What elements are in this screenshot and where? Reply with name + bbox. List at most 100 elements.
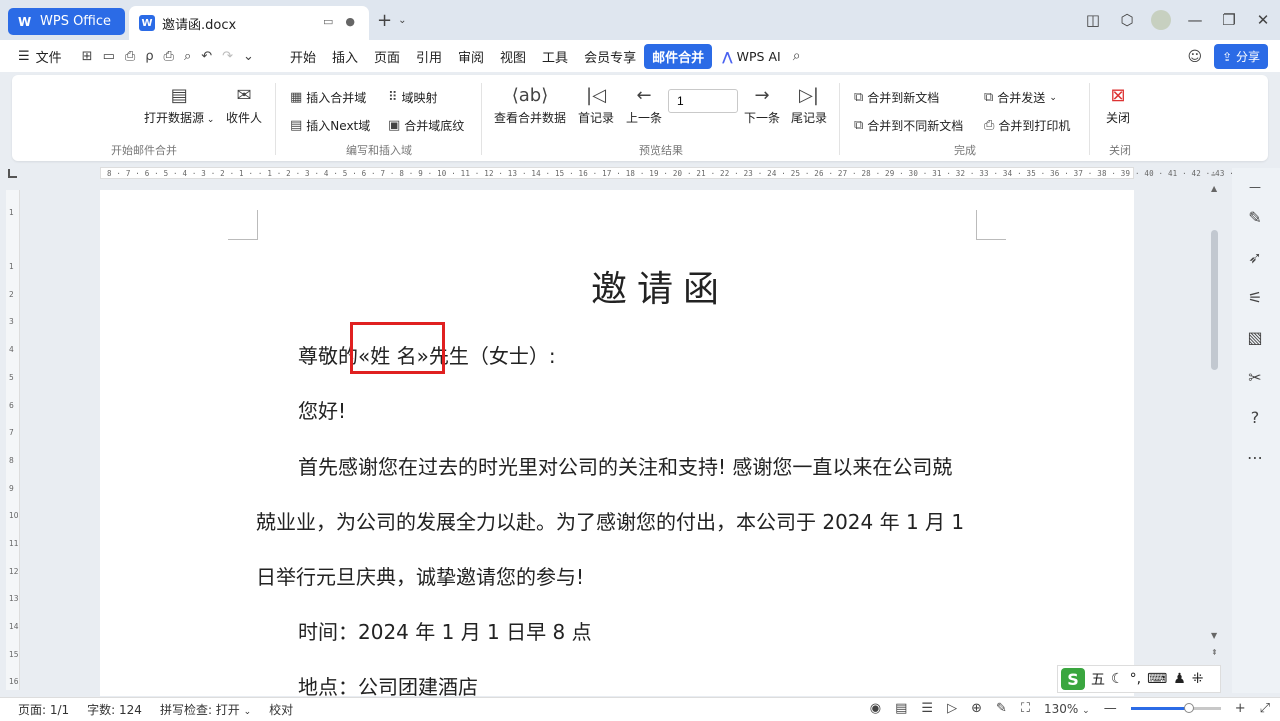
record-number-input[interactable] <box>668 89 738 113</box>
insert-merge-field-button[interactable]: ▦ 插入合并域 <box>290 89 366 106</box>
spell-check-status[interactable]: 拼写检查: 打开 ⌄ <box>160 701 251 718</box>
ruler-toggle-icon[interactable]: ⩮ <box>1211 170 1216 180</box>
horizontal-ruler[interactable]: 8 · 7 · 6 · 5 · 4 · 3 · 2 · 1 · · 1 · 2 … <box>100 167 1280 179</box>
moon-icon[interactable]: ☾ <box>1111 671 1124 687</box>
next-record-button[interactable]: → 下一条 <box>744 83 780 126</box>
chat-icon[interactable]: ☺ <box>1187 49 1202 65</box>
vertical-scrollbar[interactable]: ⩮ ▲ ▼ ⇞ ⇟ <box>1208 168 1222 693</box>
close-window-button[interactable]: ✕ <box>1246 11 1280 29</box>
eye-protect-icon[interactable]: ◉ <box>870 701 881 716</box>
tab-unsaved-dot-icon[interactable]: ● <box>345 15 355 28</box>
proofread-button[interactable]: 校对 <box>269 701 293 718</box>
ime-toolbar[interactable]: S 五 ☾ °, ⌨ ♟ ⁜ <box>1057 665 1221 693</box>
zoom-level[interactable]: 130% ⌄ <box>1044 702 1090 716</box>
field-map-button[interactable]: ⠿ 域映射 <box>388 89 438 106</box>
open-data-source-button[interactable]: ▤ 打开数据源 ⌄ <box>144 83 214 126</box>
merge-send-label: 合并发送 <box>997 91 1046 105</box>
more-options-icon[interactable]: ⋯ <box>1244 448 1266 467</box>
box-icon[interactable]: ⬡ <box>1110 11 1144 29</box>
open-folder-icon[interactable]: ▭ <box>103 49 115 64</box>
insert-next-field-button[interactable]: ▤ 插入Next域 <box>290 117 370 134</box>
tab-list-dropdown[interactable]: ⌄ <box>398 15 406 26</box>
field-shading-button[interactable]: ▣ 合并域底纹 <box>388 117 464 134</box>
redo-icon[interactable]: ↷ <box>222 49 233 64</box>
new-tab-button[interactable]: + <box>377 10 392 31</box>
page-view-icon[interactable]: ▤ <box>895 701 907 716</box>
tab-review[interactable]: 审阅 <box>450 44 492 69</box>
page-count[interactable]: 页面: 1/1 <box>18 701 69 718</box>
prev-page-icon[interactable]: ⇞ <box>1211 648 1218 657</box>
new-doc-icon[interactable]: ⊞ <box>82 49 93 64</box>
zoom-in-button[interactable]: + <box>1235 701 1246 716</box>
wps-ai-button[interactable]: ⋀ WPS AI <box>722 49 781 64</box>
keyboard-icon[interactable]: ⌨ <box>1147 671 1167 687</box>
search-icon[interactable]: ⌕ <box>793 48 801 64</box>
scroll-up-arrow[interactable]: ▲ <box>1211 184 1217 193</box>
recipients-button[interactable]: ✉ 收件人 <box>226 83 262 126</box>
help-icon[interactable]: ? <box>1244 408 1266 427</box>
fit-screen-icon[interactable]: ⛶ <box>1021 701 1030 716</box>
tab-references[interactable]: 引用 <box>408 44 450 69</box>
layout-panel-icon[interactable]: ◫ <box>1076 11 1110 29</box>
paragraph-line-2: 兢业业，为公司的发展全力以赴。为了感谢您的付出，本公司于 2024 年 1 月 … <box>256 510 965 534</box>
pen-icon[interactable]: ✎ <box>996 701 1007 716</box>
close-merge-button[interactable]: ⊠ 关闭 <box>1106 83 1130 126</box>
tab-stop-selector[interactable] <box>8 169 17 178</box>
file-menu[interactable]: ☰ 文件 <box>18 47 62 66</box>
word-count[interactable]: 字数: 124 <box>87 701 142 718</box>
tab-home[interactable]: 开始 <box>282 44 324 69</box>
field-shading-label: 合并域底纹 <box>404 119 465 133</box>
undo-icon[interactable]: ↶ <box>201 49 212 64</box>
tab-mail-merge[interactable]: 邮件合并 <box>644 43 713 69</box>
last-record-button[interactable]: ▷| 尾记录 <box>791 83 827 126</box>
tools-icon[interactable]: ✂ <box>1244 368 1266 387</box>
merge-to-diff-docs-button[interactable]: ⧉ 合并到不同新文档 <box>854 117 963 134</box>
play-icon[interactable]: ▷ <box>947 701 957 716</box>
document-tab[interactable]: W 邀请函.docx ▭ ● <box>129 6 369 40</box>
merge-send-button[interactable]: ⧉ 合并发送 ⌄ <box>984 89 1057 106</box>
document-page[interactable]: 邀请函 尊敬的«姓 名»先生（女士）: 您好! 首先感谢您在过去的时光里对公司的… <box>100 190 1134 699</box>
group-close: ⊠ 关闭 关闭 <box>1090 75 1150 161</box>
punctuation-icon[interactable]: °, <box>1130 671 1141 687</box>
zoom-slider-knob[interactable] <box>1184 703 1195 713</box>
select-cursor-icon[interactable]: ➶ <box>1244 248 1266 267</box>
panel-collapse-icon[interactable]: — <box>1244 180 1266 194</box>
image-tool-icon[interactable]: ▧ <box>1244 328 1266 347</box>
grid-apps-icon[interactable]: ⁜ <box>1192 671 1204 687</box>
more-dropdown-icon[interactable]: ⌄ <box>243 49 254 64</box>
adjust-sliders-icon[interactable]: ⚟ <box>1244 288 1266 307</box>
tab-monitor-icon[interactable]: ▭ <box>323 15 333 28</box>
scroll-thumb[interactable] <box>1211 230 1218 370</box>
print-icon[interactable]: ⎙ <box>164 49 174 64</box>
ime-mode-label[interactable]: 五 <box>1091 669 1105 689</box>
merge-to-new-doc-button[interactable]: ⧉ 合并到新文档 <box>854 89 939 106</box>
tab-member[interactable]: 会员专享 <box>576 44 644 69</box>
tab-view[interactable]: 视图 <box>492 44 534 69</box>
tab-tools[interactable]: 工具 <box>534 44 576 69</box>
print-preview-icon[interactable]: ⌕ <box>184 49 191 64</box>
user-avatar[interactable] <box>1151 10 1171 30</box>
wps-home-tab[interactable]: W WPS Office <box>8 8 125 35</box>
pen-edit-icon[interactable]: ✎ <box>1244 208 1266 227</box>
export-pdf-icon[interactable]: ⍴ <box>145 49 153 64</box>
merge-to-diff-docs-label: 合并到不同新文档 <box>867 119 964 133</box>
merge-to-printer-button[interactable]: ⎙ 合并到打印机 <box>984 117 1070 134</box>
vertical-ruler[interactable]: 1 1 2 3 4 5 6 7 8 9 10 11 12 13 14 15 16 <box>6 190 20 690</box>
restore-button[interactable]: ❐ <box>1212 11 1246 29</box>
first-record-button[interactable]: |◁ 首记录 <box>578 83 614 126</box>
user-icon[interactable]: ♟ <box>1173 671 1186 687</box>
view-merged-data-button[interactable]: ⟨ab⟩ 查看合并数据 <box>494 83 566 126</box>
zoom-slider[interactable] <box>1130 703 1221 713</box>
scroll-down-arrow[interactable]: ▼ <box>1211 631 1217 640</box>
minimize-button[interactable]: — <box>1178 11 1212 29</box>
zoom-out-button[interactable]: — <box>1104 701 1117 716</box>
tab-page[interactable]: 页面 <box>366 44 408 69</box>
outline-view-icon[interactable]: ☰ <box>921 701 933 716</box>
sogou-logo-icon[interactable]: S <box>1061 668 1085 690</box>
web-view-icon[interactable]: ⊕ <box>971 701 982 716</box>
prev-record-button[interactable]: ← 上一条 <box>626 83 662 126</box>
tab-insert[interactable]: 插入 <box>324 44 366 69</box>
share-button[interactable]: ⇪ 分享 <box>1214 44 1268 69</box>
save-icon[interactable]: ⎙ <box>125 49 135 64</box>
fullscreen-icon[interactable]: ⤢ <box>1260 701 1270 716</box>
